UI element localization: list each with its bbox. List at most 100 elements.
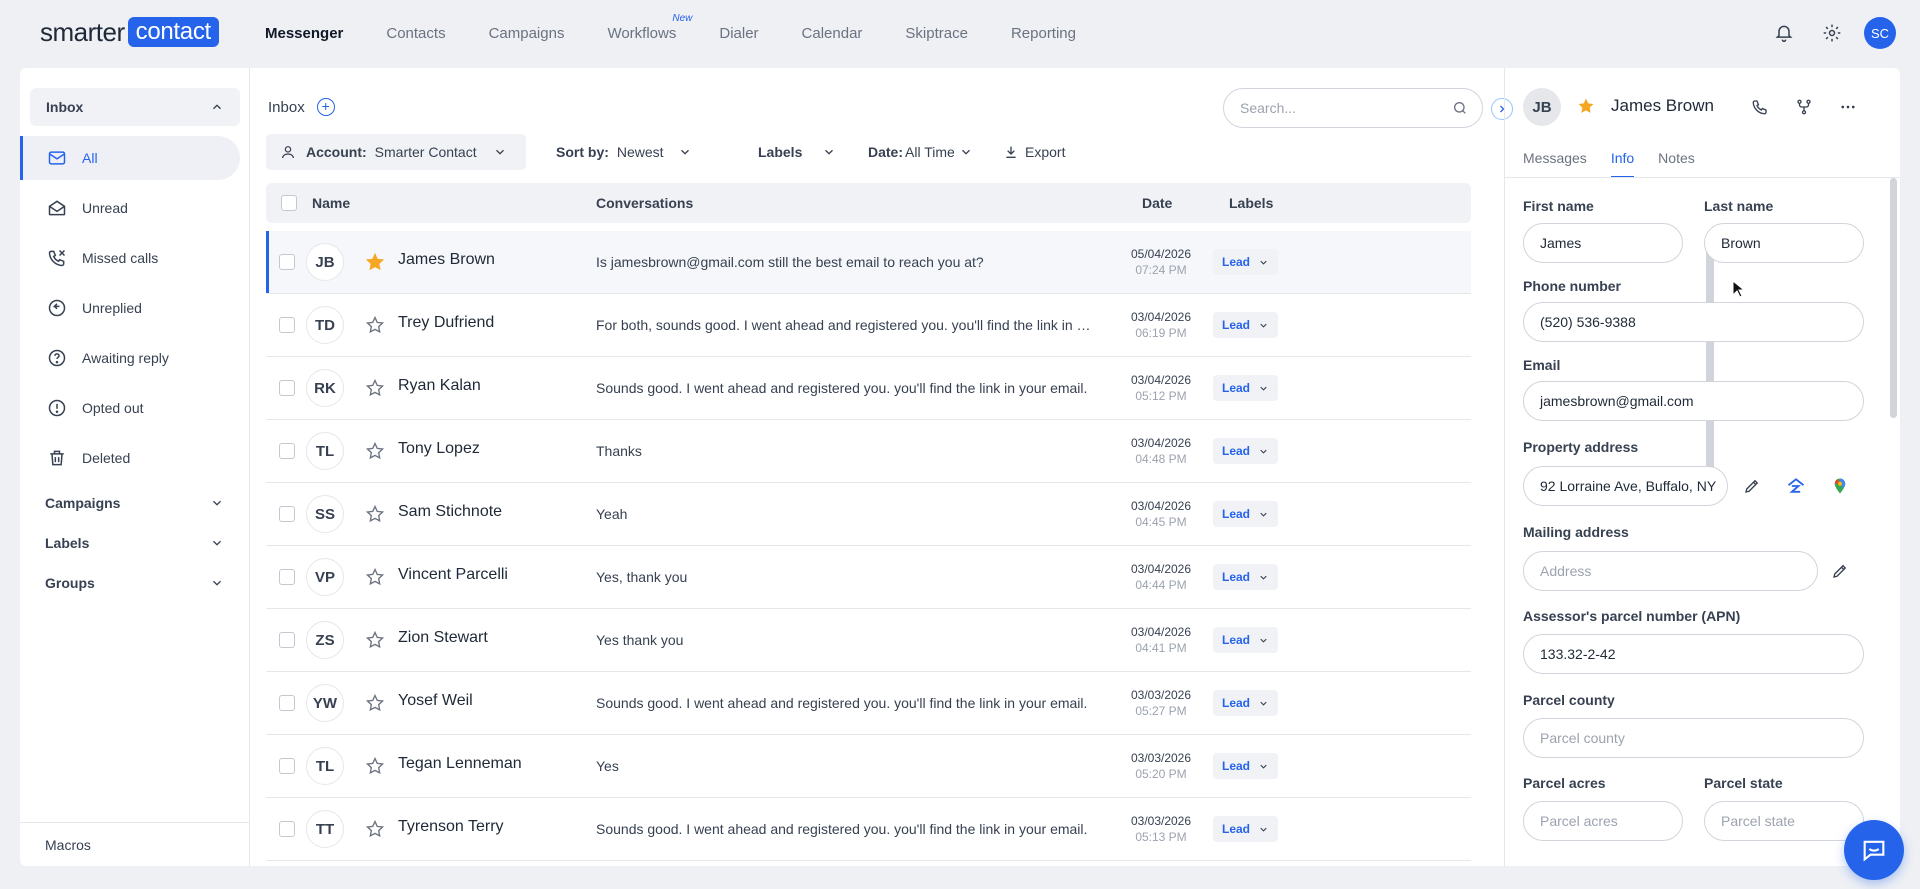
bell-icon[interactable]: [1768, 17, 1800, 49]
sidebar-item-opted-out[interactable]: Opted out: [20, 386, 250, 430]
row-checkbox[interactable]: [279, 443, 295, 459]
star-icon[interactable]: [365, 441, 385, 460]
nav-reporting[interactable]: Reporting: [1011, 25, 1076, 42]
table-row[interactable]: SS Sam Stichnote Yeah 03/04/2026 04:45 PM Lea…: [266, 483, 1471, 546]
label-text: Lead: [1221, 444, 1250, 458]
last-name-field[interactable]: Brown: [1704, 223, 1864, 263]
tab-messages[interactable]: Messages: [1523, 150, 1587, 178]
account-select[interactable]: Account: Smarter Contact: [266, 134, 526, 170]
label-dropdown[interactable]: Lead: [1213, 312, 1278, 338]
star-icon[interactable]: [365, 630, 385, 649]
gear-icon[interactable]: [1816, 17, 1848, 49]
parcel-state-field[interactable]: Parcel state: [1704, 801, 1864, 841]
table-row[interactable]: YW Yosef Weil Sounds good. I went ahead an…: [266, 672, 1471, 735]
first-name-field[interactable]: James: [1523, 223, 1683, 263]
star-icon[interactable]: [365, 504, 385, 523]
row-checkbox[interactable]: [279, 317, 295, 333]
sidebar-item-deleted[interactable]: Deleted: [20, 436, 250, 480]
star-icon[interactable]: [365, 378, 385, 397]
inbox-toggle[interactable]: Inbox: [30, 88, 240, 126]
property-address-field[interactable]: 92 Lorraine Ave, Buffalo, NY: [1523, 466, 1728, 506]
parcel-county-field[interactable]: Parcel county: [1523, 718, 1864, 758]
label-dropdown[interactable]: Lead: [1213, 375, 1278, 401]
label-dropdown[interactable]: Lead: [1213, 249, 1278, 275]
chat-support-button[interactable]: [1844, 820, 1904, 880]
star-icon[interactable]: [365, 756, 385, 775]
phone-icon[interactable]: [1747, 94, 1773, 120]
label-dropdown[interactable]: Lead: [1213, 753, 1278, 779]
row-checkbox[interactable]: [279, 380, 295, 396]
apn-field[interactable]: 133.32-2-42: [1523, 634, 1864, 674]
sidebar-item-all[interactable]: All: [20, 136, 240, 180]
tab-info[interactable]: Info: [1610, 150, 1635, 178]
nav-skiptrace[interactable]: Skiptrace: [905, 25, 968, 42]
table-row[interactable]: JB James Brown Is jamesbrown@gmail.com sti…: [266, 231, 1471, 294]
label-dropdown[interactable]: Lead: [1213, 438, 1278, 464]
sidebar-item-awaiting-reply[interactable]: Awaiting reply: [20, 336, 250, 380]
row-checkbox[interactable]: [279, 569, 295, 585]
label-dropdown[interactable]: Lead: [1213, 627, 1278, 653]
date-filter[interactable]: Date: All Time: [868, 134, 973, 170]
sidebar-section-labels[interactable]: Labels: [20, 523, 250, 563]
phone-field[interactable]: (520) 536-9388: [1523, 302, 1864, 342]
brand-logo[interactable]: smarter contact: [40, 17, 219, 47]
tab-notes[interactable]: Notes: [1658, 150, 1695, 178]
star-icon[interactable]: [1577, 97, 1595, 118]
sidebar-section-campaigns[interactable]: Campaigns: [20, 483, 250, 523]
sidebar-item-unread[interactable]: Unread: [20, 186, 250, 230]
email-field[interactable]: jamesbrown@gmail.com: [1523, 381, 1864, 421]
row-checkbox[interactable]: [279, 821, 295, 837]
workflow-icon[interactable]: [1791, 94, 1817, 120]
pencil-icon[interactable]: [1827, 558, 1853, 584]
search-input[interactable]: Search...: [1223, 88, 1483, 128]
label-dropdown[interactable]: Lead: [1213, 501, 1278, 527]
row-checkbox[interactable]: [279, 695, 295, 711]
label-dropdown[interactable]: Lead: [1213, 564, 1278, 590]
nav-campaigns[interactable]: Campaigns: [489, 25, 565, 42]
table-row[interactable]: TL Tegan Lenneman Yes 03/03/2026 05:20 PM Lea…: [266, 735, 1471, 798]
panel-scrollbar[interactable]: [1890, 178, 1897, 418]
label-dropdown[interactable]: Lead: [1213, 816, 1278, 842]
export-button[interactable]: Export: [1003, 134, 1065, 170]
table-row[interactable]: TD Trey Dufriend For both, sounds good. I …: [266, 294, 1471, 357]
column-name[interactable]: Name: [312, 195, 350, 211]
user-avatar[interactable]: SC: [1864, 17, 1896, 49]
table-row[interactable]: RK Ryan Kalan Sounds good. I went ahead an…: [266, 357, 1471, 420]
nav-workflows[interactable]: Workflows New: [607, 13, 692, 42]
row-checkbox[interactable]: [279, 254, 295, 270]
star-icon[interactable]: [365, 315, 385, 334]
mailing-address-field[interactable]: Address: [1523, 551, 1818, 591]
table-row[interactable]: TT Tyrenson Terry Sounds good. I went ahea…: [266, 798, 1471, 861]
label-dropdown[interactable]: Lead: [1213, 690, 1278, 716]
map-pin-icon[interactable]: [1827, 473, 1853, 499]
macros-link[interactable]: Macros: [20, 822, 250, 866]
sort-select[interactable]: Sort by: Newest: [556, 134, 692, 170]
select-all-checkbox[interactable]: [281, 195, 297, 211]
column-date[interactable]: Date: [1142, 195, 1172, 211]
nav-messenger[interactable]: Messenger: [265, 25, 343, 42]
nav-calendar[interactable]: Calendar: [802, 25, 863, 42]
row-checkbox[interactable]: [279, 758, 295, 774]
add-inbox-button[interactable]: +: [316, 98, 335, 116]
more-options-icon[interactable]: [1835, 94, 1861, 120]
star-icon[interactable]: [365, 819, 385, 838]
contact-avatar: VP: [306, 558, 344, 596]
row-checkbox[interactable]: [279, 632, 295, 648]
table-row[interactable]: VP Vincent Parcelli Yes, thank you 03/04/20…: [266, 546, 1471, 609]
star-icon[interactable]: [365, 252, 385, 271]
sidebar-item-unreplied[interactable]: Unreplied: [20, 286, 250, 330]
contact-avatar: ZS: [306, 621, 344, 659]
pencil-icon[interactable]: [1739, 473, 1765, 499]
zillow-icon[interactable]: [1783, 473, 1809, 499]
row-checkbox[interactable]: [279, 506, 295, 522]
sidebar-section-groups[interactable]: Groups: [20, 563, 250, 603]
star-icon[interactable]: [365, 693, 385, 712]
table-row[interactable]: TL Tony Lopez Thanks 03/04/2026 04:48 PM Lead: [266, 420, 1471, 483]
parcel-acres-field[interactable]: Parcel acres: [1523, 801, 1683, 841]
sidebar-item-missed-calls[interactable]: Missed calls: [20, 236, 250, 280]
nav-dialer[interactable]: Dialer: [719, 25, 758, 42]
nav-contacts[interactable]: Contacts: [386, 25, 445, 42]
labels-filter[interactable]: Labels: [758, 134, 836, 170]
star-icon[interactable]: [365, 567, 385, 586]
table-row[interactable]: ZS Zion Stewart Yes thank you 03/04/2026 04:…: [266, 609, 1471, 672]
